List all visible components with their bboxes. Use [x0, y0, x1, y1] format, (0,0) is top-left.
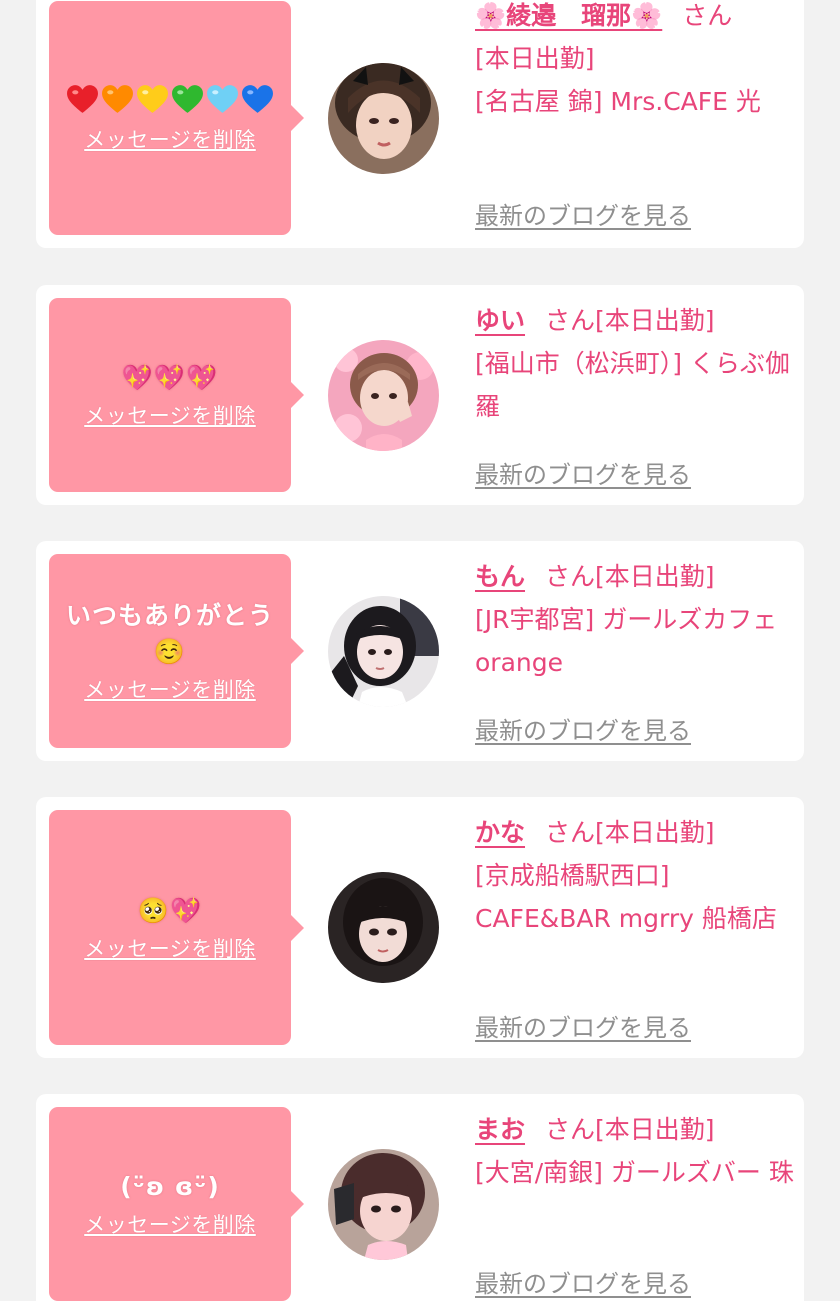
shop-name: [大宮/南銀] ガールズバー 珠 — [475, 1158, 794, 1187]
orange-heart-icon — [102, 84, 133, 113]
message-bubble: 🥺💖 メッセージを削除 — [49, 810, 304, 1045]
shop-name: [JR宇都宮] ガールズカフェ orange — [475, 605, 778, 677]
attendance-status: [本日出勤] — [595, 306, 715, 335]
message-bubble: いつもありがとう☺️ メッセージを削除 — [49, 554, 304, 748]
delete-message-link[interactable]: メッセージを削除 — [84, 1209, 256, 1239]
honorific: さん — [545, 562, 596, 591]
message-text: (ᵕ̈ʚ ɞᵕ̈) — [120, 1172, 220, 1201]
avatar[interactable] — [328, 872, 439, 983]
cast-name-link[interactable]: かな — [475, 818, 525, 847]
message-card: メッセージを削除 🌸綾邉 瑠那🌸 さん [本日出勤] [名古屋 錦] Mrs.CA… — [36, 0, 804, 248]
message-text: いつもありがとう☺️ — [65, 601, 274, 666]
cast-name-link[interactable]: 🌸綾邉 瑠那🌸 — [475, 1, 662, 30]
cast-info: まお さん[本日出勤] [大宮/南銀] ガールズバー 珠 — [475, 1108, 795, 1194]
attendance-status: [本日出勤] — [475, 44, 595, 73]
message-bubble: 💖💖💖 メッセージを削除 — [49, 298, 304, 492]
message-card: いつもありがとう☺️ メッセージを削除 もん さん[本日出勤] [JR宇都宮] ガ… — [36, 541, 804, 761]
avatar[interactable] — [328, 63, 439, 174]
honorific: さん — [682, 1, 733, 30]
cast-name-link[interactable]: もん — [475, 562, 525, 591]
latest-blog-link[interactable]: 最新のブログを見る — [475, 196, 691, 231]
delete-message-link[interactable]: メッセージを削除 — [84, 674, 256, 704]
message-card: (ᵕ̈ʚ ɞᵕ̈) メッセージを削除 まお さん[本日出勤] [大宮/南銀] ガー… — [36, 1094, 804, 1301]
cast-info: もん さん[本日出勤] [JR宇都宮] ガールズカフェ orange — [475, 555, 795, 684]
latest-blog-link[interactable]: 最新のブログを見る — [475, 455, 691, 490]
shop-name: [福山市（松浜町）] くらぶ伽羅 — [475, 349, 790, 421]
yellow-heart-icon — [137, 84, 168, 113]
shop-name: [京成船橋駅西口] CAFE&BAR mgrry 船橋店 — [475, 861, 777, 933]
cast-name-link[interactable]: まお — [475, 1115, 525, 1144]
cast-info: ゆい さん[本日出勤] [福山市（松浜町）] くらぶ伽羅 — [475, 299, 795, 428]
delete-message-link[interactable]: メッセージを削除 — [84, 400, 256, 430]
latest-blog-link[interactable]: 最新のブログを見る — [475, 1264, 691, 1299]
message-card: 🥺💖 メッセージを削除 かな さん[本日出勤] [京成船橋駅西口] CAFE&BA… — [36, 797, 804, 1058]
attendance-status: [本日出勤] — [595, 1115, 715, 1144]
message-text: 🥺💖 — [137, 895, 203, 925]
light-blue-heart-icon — [207, 84, 238, 113]
heart-emoji-row — [66, 83, 274, 116]
honorific: さん — [545, 306, 596, 335]
message-bubble: メッセージを削除 — [49, 1, 304, 235]
message-text: 💖💖💖 — [121, 363, 219, 392]
cast-info: 🌸綾邉 瑠那🌸 さん [本日出勤] [名古屋 錦] Mrs.CAFE 光 — [475, 0, 795, 123]
avatar[interactable] — [328, 596, 439, 707]
message-card: 💖💖💖 メッセージを削除 ゆい さん[本日出勤] [福山市（松浜町）] くらぶ伽羅 — [36, 285, 804, 505]
green-heart-icon — [172, 84, 203, 113]
red-heart-icon — [67, 84, 98, 113]
honorific: さん — [545, 818, 596, 847]
avatar[interactable] — [328, 1149, 439, 1260]
latest-blog-link[interactable]: 最新のブログを見る — [475, 1008, 691, 1043]
latest-blog-link[interactable]: 最新のブログを見る — [475, 711, 691, 746]
attendance-status: [本日出勤] — [595, 562, 715, 591]
blue-heart-icon — [242, 84, 273, 113]
cast-info: かな さん[本日出勤] [京成船橋駅西口] CAFE&BAR mgrry 船橋店 — [475, 811, 795, 940]
attendance-status: [本日出勤] — [595, 818, 715, 847]
cast-name-link[interactable]: ゆい — [475, 306, 525, 335]
delete-message-link[interactable]: メッセージを削除 — [84, 933, 256, 963]
honorific: さん — [545, 1115, 596, 1144]
avatar[interactable] — [328, 340, 439, 451]
shop-name: [名古屋 錦] Mrs.CAFE 光 — [475, 87, 761, 116]
message-list: メッセージを削除 🌸綾邉 瑠那🌸 さん [本日出勤] [名古屋 錦] Mrs.CA… — [0, 0, 840, 1301]
message-bubble: (ᵕ̈ʚ ɞᵕ̈) メッセージを削除 — [49, 1107, 304, 1301]
delete-message-link[interactable]: メッセージを削除 — [84, 124, 256, 154]
